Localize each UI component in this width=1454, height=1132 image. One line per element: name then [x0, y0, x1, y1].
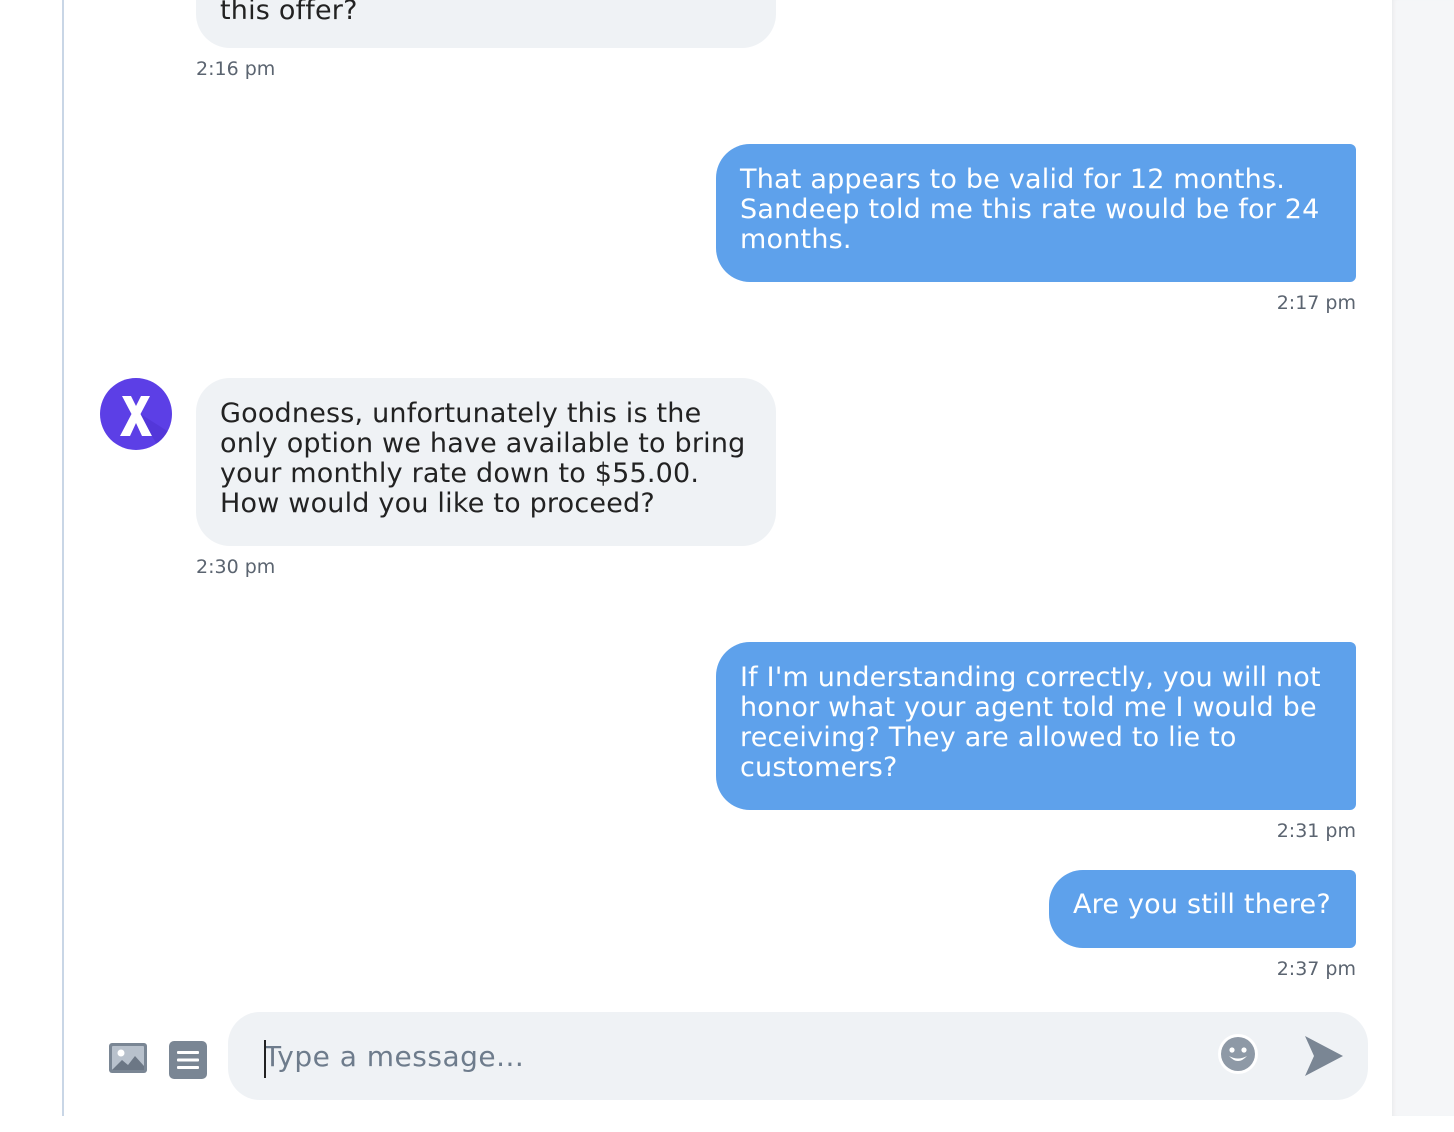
text-caret	[264, 1040, 266, 1078]
agent-avatar	[100, 378, 172, 450]
message-text: How would you like to proceed?	[220, 488, 655, 519]
document-icon[interactable]	[168, 1040, 208, 1080]
agent-message-bubble: Goodness, unfortunately this is the only…	[196, 378, 776, 546]
message-text: Goodness, unfortunately this is the	[220, 398, 702, 429]
send-arrow-icon[interactable]	[1302, 1034, 1344, 1078]
message-composer	[228, 1012, 1368, 1100]
image-icon[interactable]	[108, 1040, 148, 1076]
xfinity-x-logo-icon	[120, 396, 172, 450]
message-text: this offer?	[220, 0, 358, 26]
message-timestamp: 2:30 pm	[196, 556, 276, 578]
user-message-bubble: Are you still there?	[1049, 870, 1356, 948]
user-message-bubble: If I'm understanding correctly, you will…	[716, 642, 1356, 810]
smiley-icon[interactable]	[1216, 1032, 1260, 1076]
message-text: Are you still there?	[1073, 889, 1331, 920]
message-timestamp: 2:37 pm	[1276, 958, 1356, 980]
message-text: That appears to be valid for 12 months.	[740, 164, 1286, 195]
chat-window: this offer? 2:16 pm That appears to be v…	[0, 0, 1454, 1132]
page-bottom-edge	[0, 1116, 1454, 1132]
message-text: only option we have available to bring	[220, 428, 746, 459]
message-input[interactable]	[264, 1036, 1164, 1076]
message-text: honor what your agent told me I would be	[740, 692, 1317, 723]
agent-message-bubble: this offer?	[196, 0, 776, 48]
message-timestamp: 2:31 pm	[1276, 820, 1356, 842]
message-text: customers?	[740, 752, 898, 783]
message-text: receiving? They are allowed to lie to	[740, 722, 1237, 753]
message-text: Sandeep told me this rate would be for 2…	[740, 194, 1320, 225]
message-timestamp: 2:17 pm	[1276, 292, 1356, 314]
scroll-gutter	[1392, 0, 1454, 1116]
user-message-bubble: That appears to be valid for 12 months. …	[716, 144, 1356, 282]
message-text: months.	[740, 224, 852, 255]
divider	[62, 0, 64, 1116]
message-text: If I'm understanding correctly, you will…	[740, 662, 1321, 693]
message-text: your monthly rate down to $55.00.	[220, 458, 700, 489]
message-timestamp: 2:16 pm	[196, 58, 276, 80]
